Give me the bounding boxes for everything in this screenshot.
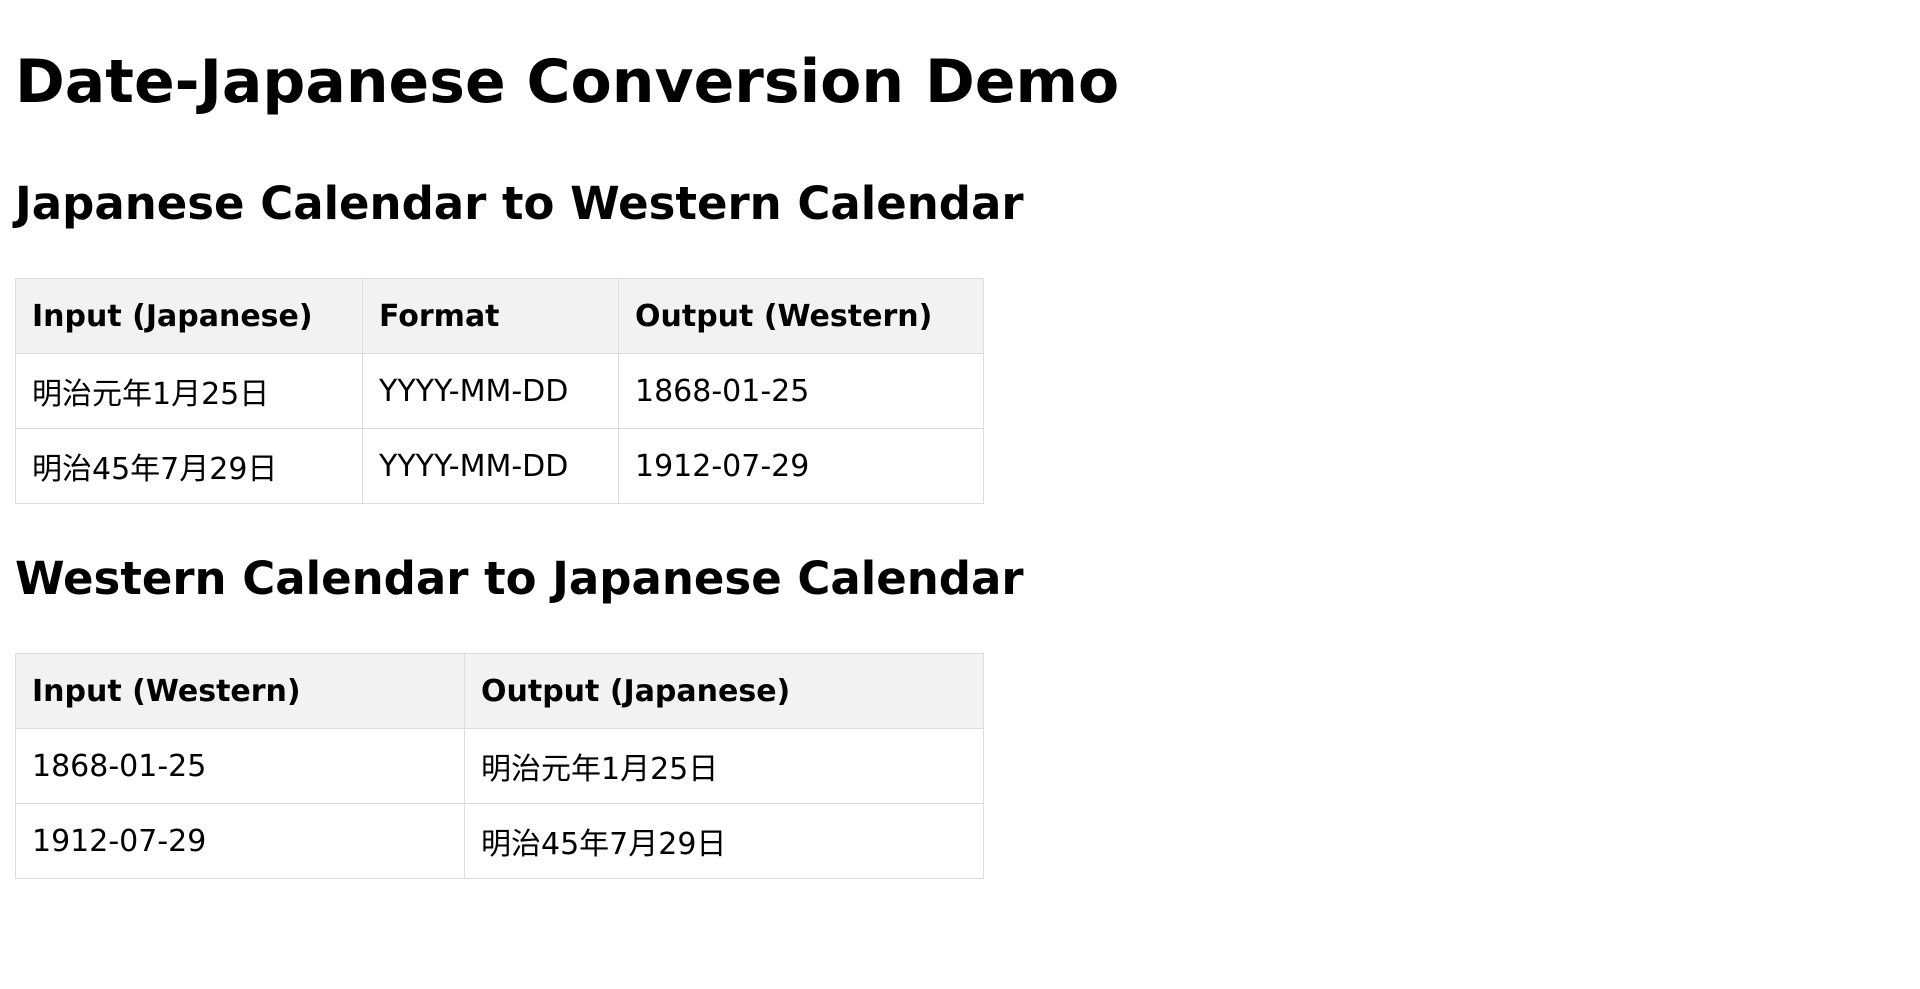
cell-input-japanese: 明治元年1月25日 bbox=[15, 353, 363, 429]
table-header-row: Input (Western) Output (Japanese) bbox=[15, 653, 984, 729]
cell-output-japanese: 明治45年7月29日 bbox=[464, 803, 984, 879]
japanese-to-western-table: Input (Japanese) Format Output (Western)… bbox=[15, 278, 984, 504]
cell-format: YYYY-MM-DD bbox=[362, 428, 619, 504]
table-row: 1868-01-25 明治元年1月25日 bbox=[15, 728, 984, 804]
cell-output-western: 1868-01-25 bbox=[618, 353, 984, 429]
column-header-input-japanese: Input (Japanese) bbox=[15, 278, 363, 354]
cell-output-japanese: 明治元年1月25日 bbox=[464, 728, 984, 804]
section-title-western-to-japanese: Western Calendar to Japanese Calendar bbox=[15, 552, 1024, 605]
cell-input-western: 1868-01-25 bbox=[15, 728, 465, 804]
column-header-output-western: Output (Western) bbox=[618, 278, 984, 354]
western-to-japanese-table: Input (Western) Output (Japanese) 1868-0… bbox=[15, 653, 984, 879]
cell-output-western: 1912-07-29 bbox=[618, 428, 984, 504]
page: Date-Japanese Conversion Demo Japanese C… bbox=[0, 0, 1920, 989]
column-header-input-western: Input (Western) bbox=[15, 653, 465, 729]
column-header-output-japanese: Output (Japanese) bbox=[464, 653, 984, 729]
table-row: 明治元年1月25日 YYYY-MM-DD 1868-01-25 bbox=[15, 353, 984, 429]
table-header-row: Input (Japanese) Format Output (Western) bbox=[15, 278, 984, 354]
cell-input-japanese: 明治45年7月29日 bbox=[15, 428, 363, 504]
section-title-japanese-to-western: Japanese Calendar to Western Calendar bbox=[15, 177, 1024, 230]
table-row: 1912-07-29 明治45年7月29日 bbox=[15, 803, 984, 879]
cell-input-western: 1912-07-29 bbox=[15, 803, 465, 879]
cell-format: YYYY-MM-DD bbox=[362, 353, 619, 429]
column-header-format: Format bbox=[362, 278, 619, 354]
table-row: 明治45年7月29日 YYYY-MM-DD 1912-07-29 bbox=[15, 428, 984, 504]
page-title: Date-Japanese Conversion Demo bbox=[15, 47, 1120, 117]
